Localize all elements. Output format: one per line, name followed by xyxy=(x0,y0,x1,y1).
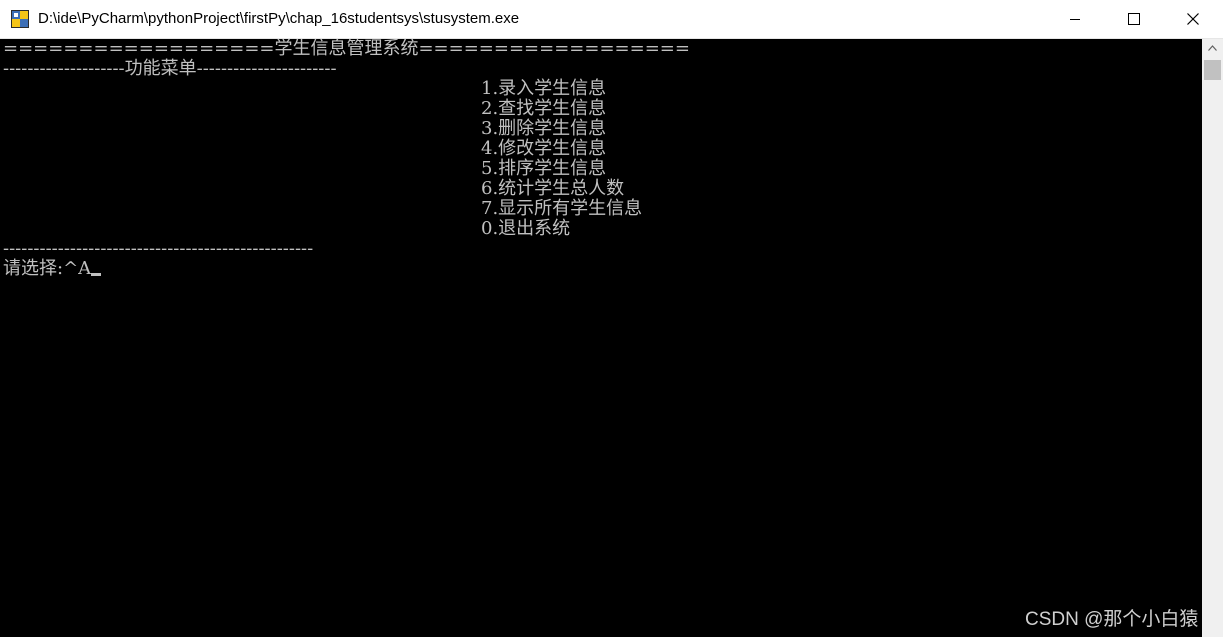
menu-item: 5.排序学生信息 xyxy=(481,158,607,179)
menu-item: 4.修改学生信息 xyxy=(481,138,607,159)
typed-input: ^A xyxy=(63,258,92,279)
window-titlebar[interactable]: D:\ide\PyCharm\pythonProject\firstPy\cha… xyxy=(0,0,1223,39)
console-header-line: ==================学生信息管理系统==============… xyxy=(3,39,690,59)
menu-item: 6.统计学生总人数 xyxy=(481,178,625,199)
scrollbar-thumb[interactable] xyxy=(1204,60,1221,80)
minimize-icon xyxy=(1070,19,1080,20)
maximize-button[interactable] xyxy=(1105,0,1163,38)
prompt-label: 请选择: xyxy=(3,258,64,279)
menu-item: 0.退出系统 xyxy=(481,218,571,239)
maximize-icon xyxy=(1128,13,1140,25)
menu-item: 7.显示所有学生信息 xyxy=(481,198,643,219)
watermark: CSDN @那个小白猿 xyxy=(1025,609,1199,630)
menu-item: 1.录入学生信息 xyxy=(481,78,607,99)
close-icon xyxy=(1187,13,1199,25)
console-prompt-line[interactable]: 请选择:^A xyxy=(3,258,102,279)
console-footer-line: ----------------------------------------… xyxy=(3,238,314,259)
chevron-up-icon xyxy=(1208,45,1217,51)
scroll-up-button[interactable] xyxy=(1202,39,1223,57)
menu-item: 3.删除学生信息 xyxy=(481,118,607,139)
close-button[interactable] xyxy=(1164,0,1222,38)
python-console-icon xyxy=(11,10,29,28)
minimize-button[interactable] xyxy=(1046,0,1104,38)
console-menu-title-line: --------------------功能菜单----------------… xyxy=(3,58,337,79)
menu-item: 2.查找学生信息 xyxy=(481,98,607,119)
window-title: D:\ide\PyCharm\pythonProject\firstPy\cha… xyxy=(38,10,520,27)
text-cursor xyxy=(91,273,102,276)
vertical-scrollbar[interactable] xyxy=(1202,39,1223,637)
console-output[interactable]: ==================学生信息管理系统==============… xyxy=(0,39,1202,637)
